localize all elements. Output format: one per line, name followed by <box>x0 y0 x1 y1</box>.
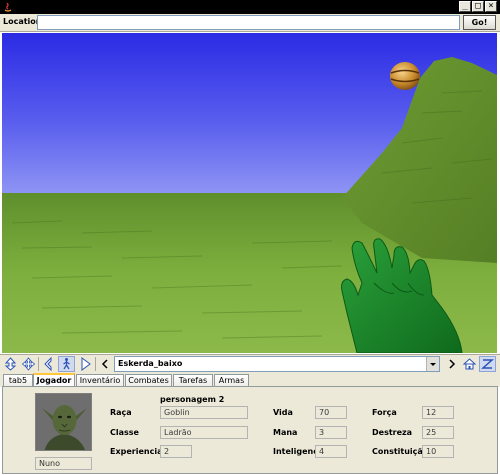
minimize-button[interactable]: _ <box>459 1 471 12</box>
stat-label-vida: Vida <box>273 408 293 417</box>
move-updown-icon[interactable] <box>2 356 19 372</box>
stat-value-mana[interactable]: 3 <box>315 426 347 439</box>
previous-viewpoint-icon[interactable] <box>97 356 114 372</box>
stat-label-constituicao: Constituição <box>372 447 429 456</box>
location-bar: Location: Go! <box>0 14 500 32</box>
ball-object <box>390 62 420 90</box>
character-title: personagem 2 <box>160 395 225 404</box>
stat-value-raca[interactable]: Goblin <box>160 406 248 419</box>
straighten-icon[interactable] <box>479 356 496 372</box>
stat-value-vida[interactable]: 70 <box>315 406 347 419</box>
stat-label-raca: Raça <box>110 408 132 417</box>
viewpoint-select[interactable]: Eskerda_baixo <box>114 356 440 372</box>
3d-viewport[interactable] <box>2 33 497 353</box>
stat-value-inteligencia[interactable]: 4 <box>315 445 347 458</box>
toolbar-separator <box>38 357 39 371</box>
turn-icon[interactable] <box>40 356 57 372</box>
dropdown-arrow-icon[interactable] <box>426 357 439 371</box>
toolbar-separator <box>95 357 96 371</box>
tab-bar: tab5 Jogador Inventário Combates Tarefas… <box>0 373 500 387</box>
examine-icon[interactable] <box>77 356 94 372</box>
navigation-toolbar: Eskerda_baixo <box>0 354 500 373</box>
stat-label-mana: Mana <box>273 428 298 437</box>
next-viewpoint-icon[interactable] <box>443 356 460 372</box>
stat-label-forca: Força <box>372 408 397 417</box>
stat-value-experiencia[interactable]: 2 <box>160 445 192 458</box>
stat-value-forca[interactable]: 12 <box>422 406 454 419</box>
home-icon[interactable] <box>461 356 478 372</box>
stat-label-destreza: Destreza <box>372 428 413 437</box>
stat-value-classe[interactable]: Ladrão <box>160 426 248 439</box>
location-input[interactable] <box>37 15 460 30</box>
pan-icon[interactable] <box>20 356 37 372</box>
close-button[interactable]: × <box>485 1 497 12</box>
tab-jogador[interactable]: Jogador <box>33 373 75 387</box>
character-portrait <box>35 393 92 451</box>
maximize-button[interactable]: □ <box>472 1 484 12</box>
stat-value-destreza[interactable]: 25 <box>422 426 454 439</box>
window-titlebar: _ □ × <box>0 0 500 14</box>
stat-label-experiencia: Experiencia <box>110 447 163 456</box>
character-name-field[interactable]: Nuno <box>35 457 92 470</box>
go-button[interactable]: Go! <box>463 15 496 30</box>
java-app-icon <box>4 2 12 12</box>
stat-value-constituicao[interactable]: 10 <box>422 445 454 458</box>
viewpoint-label: Eskerda_baixo <box>118 359 183 368</box>
walk-icon[interactable] <box>58 356 75 372</box>
stat-label-classe: Classe <box>110 428 139 437</box>
3d-scene[interactable] <box>2 33 497 353</box>
